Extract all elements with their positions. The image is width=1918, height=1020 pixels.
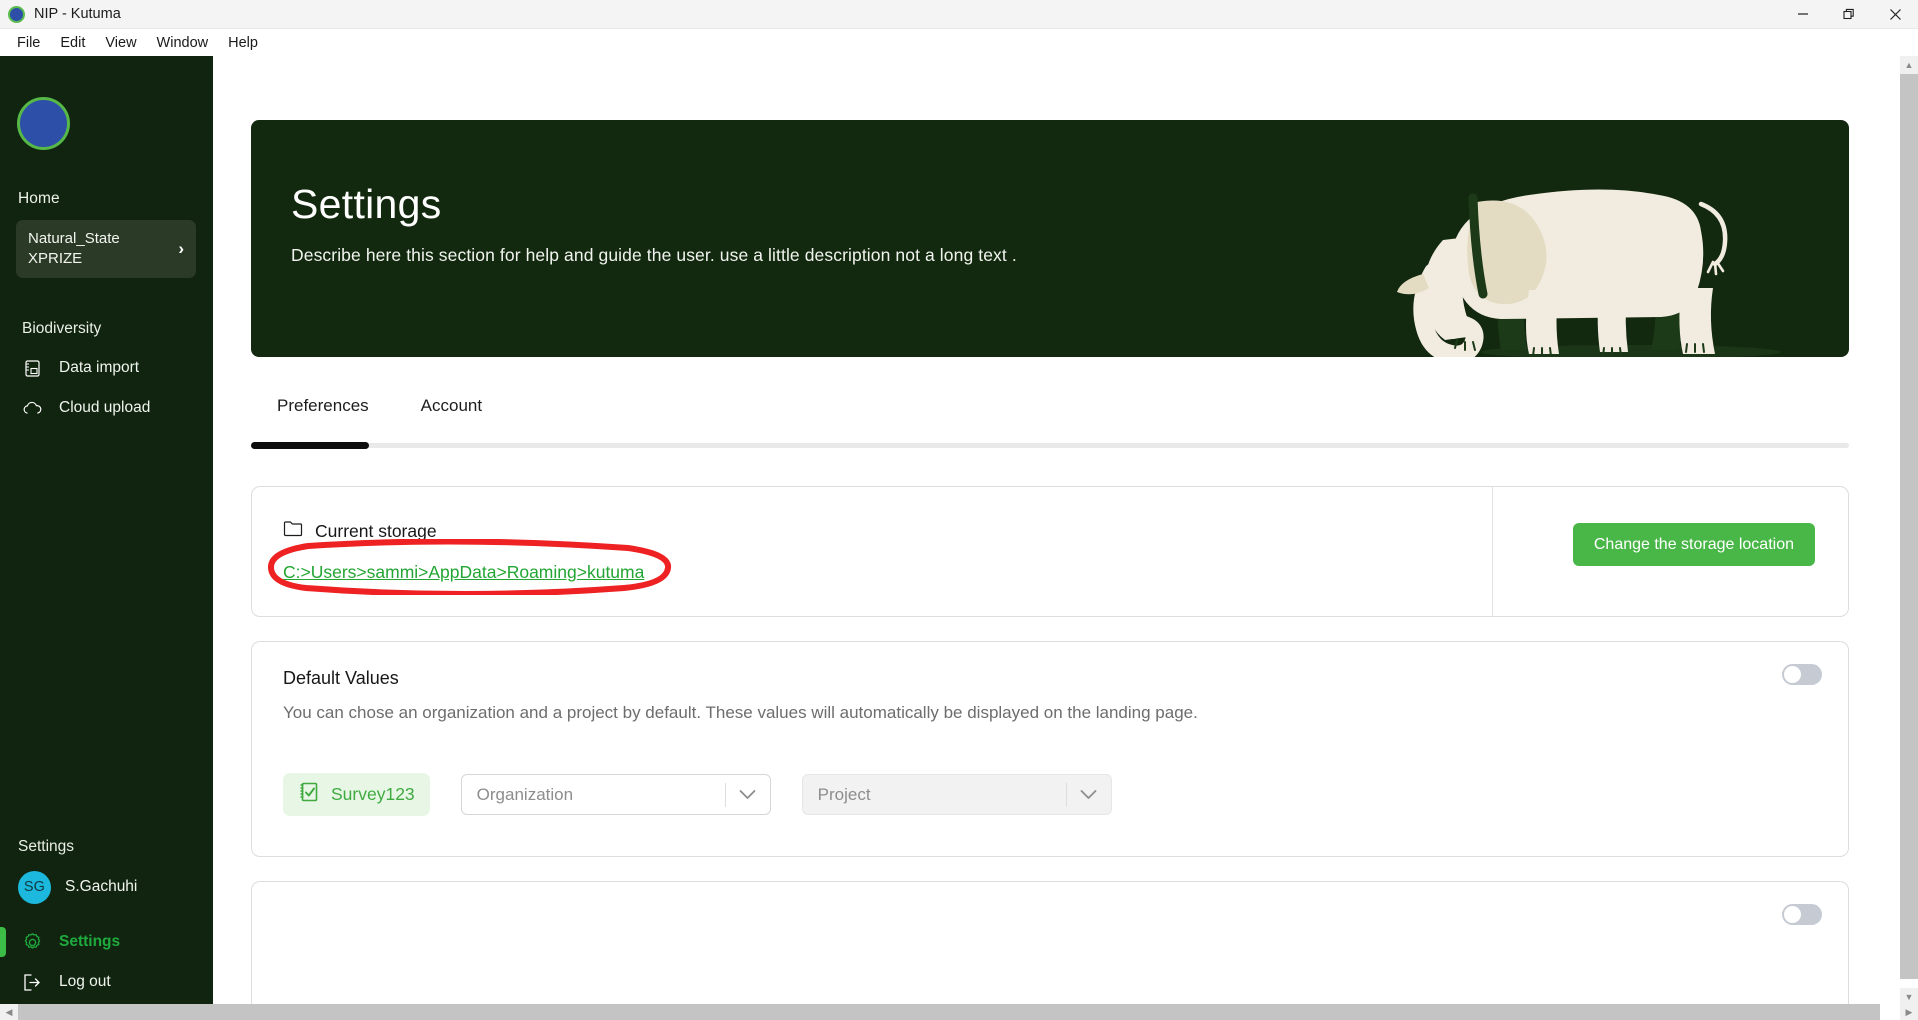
- settings-tabs: Preferences Account: [251, 386, 1849, 438]
- page-title: Settings: [291, 181, 442, 227]
- organization-select[interactable]: Organization: [460, 774, 771, 815]
- third-card-toggle[interactable]: [1782, 904, 1822, 925]
- storage-path-link[interactable]: C:>Users>sammi>AppData>Roaming>kutuma: [283, 562, 644, 583]
- active-indicator-bar: [0, 927, 6, 957]
- window-controls: [1780, 0, 1918, 29]
- org-name-line1: Natural_State: [28, 230, 120, 247]
- cloud-upload-icon: [22, 398, 43, 419]
- chevron-down-icon: [1067, 789, 1111, 800]
- sidebar-item-data-import[interactable]: Data import: [0, 348, 213, 388]
- default-values-description: You can chose an organization and a proj…: [283, 703, 1198, 722]
- vertical-scrollbar[interactable]: ▲ ▼: [1900, 56, 1918, 1006]
- menu-item-help[interactable]: Help: [218, 32, 268, 54]
- data-import-icon: [22, 358, 43, 379]
- title-bar: NIP - Kutuma: [0, 0, 1918, 29]
- close-button[interactable]: [1872, 0, 1918, 29]
- storage-heading-text: Current storage: [315, 520, 437, 541]
- main-content: Settings Describe here this section for …: [213, 56, 1902, 1020]
- horizontal-scroll-thumb[interactable]: [0, 1004, 1880, 1020]
- menu-bar: File Edit View Window Help: [0, 29, 1918, 56]
- org-name-line2: XPRIZE: [28, 250, 83, 267]
- tab-account[interactable]: Account: [395, 386, 508, 426]
- sidebar-section-settings: Settings: [18, 838, 75, 855]
- gear-icon: [22, 932, 43, 953]
- settings-hero-banner: Settings Describe here this section for …: [251, 120, 1849, 357]
- organization-select-value: Organization: [476, 784, 574, 804]
- user-name: S.Gachuhi: [65, 878, 138, 895]
- default-values-card: Default Values You can chose an organiza…: [251, 641, 1849, 857]
- sidebar-item-label-cloud-upload: Cloud upload: [59, 399, 151, 416]
- vertical-scroll-track[interactable]: [1900, 74, 1918, 988]
- scroll-up-button[interactable]: ▲: [1900, 56, 1918, 74]
- default-values-toggle[interactable]: [1782, 664, 1822, 685]
- current-storage-card: Current storage C:>Users>sammi>AppData>R…: [251, 486, 1849, 617]
- maximize-restore-button[interactable]: [1826, 0, 1872, 29]
- storage-left-pane: Current storage C:>Users>sammi>AppData>R…: [252, 487, 1492, 616]
- chevron-down-icon: [726, 789, 770, 800]
- storage-heading: Current storage: [283, 520, 437, 542]
- sidebar-section-biodiversity: Biodiversity: [22, 320, 102, 337]
- survey123-chip[interactable]: Survey123: [283, 773, 430, 816]
- toggle-knob: [1784, 666, 1801, 683]
- minimize-button[interactable]: [1780, 0, 1826, 29]
- sidebar-org-selector[interactable]: Natural_State XPRIZE ›: [16, 220, 196, 278]
- folder-icon: [283, 520, 303, 542]
- change-storage-location-button[interactable]: Change the storage location: [1572, 523, 1815, 566]
- app-logo-icon: [8, 5, 25, 23]
- project-select-value: Project: [817, 784, 871, 804]
- sidebar-home-label: Home: [18, 190, 60, 207]
- menu-item-file[interactable]: File: [7, 32, 50, 54]
- project-select[interactable]: Project: [801, 774, 1112, 815]
- menu-item-view[interactable]: View: [95, 32, 146, 54]
- sidebar-bottom-section: Settings SG S.Gachuhi Settings Log out: [0, 838, 213, 1020]
- elephant-illustration: [1397, 189, 1781, 357]
- sidebar-item-settings[interactable]: Settings: [0, 922, 213, 962]
- logout-icon: [22, 972, 43, 993]
- storage-card-divider: [1492, 487, 1493, 616]
- sidebar-item-label-logout: Log out: [59, 973, 111, 990]
- avatar: SG: [18, 870, 51, 904]
- close-icon: [1889, 8, 1901, 20]
- sidebar-item-logout[interactable]: Log out: [0, 962, 213, 1002]
- scroll-right-button[interactable]: ▶: [1900, 1004, 1918, 1020]
- page-subtitle: Describe here this section for help and …: [291, 245, 1017, 265]
- sidebar-user-row[interactable]: SG S.Gachuhi: [0, 862, 213, 912]
- vertical-scroll-thumb[interactable]: [1900, 74, 1918, 979]
- sidebar-item-label-data-import: Data import: [59, 359, 140, 376]
- app-logo-icon-large: [17, 97, 70, 150]
- minimize-icon: [1798, 13, 1808, 15]
- window-title: NIP - Kutuma: [34, 6, 121, 22]
- default-values-title: Default Values: [283, 668, 399, 688]
- scroll-left-button[interactable]: ◀: [0, 1004, 18, 1020]
- toggle-knob: [1784, 906, 1801, 923]
- horizontal-scrollbar[interactable]: ◀ ▶: [0, 1004, 1918, 1020]
- tab-underline-track: [251, 442, 1849, 449]
- tab-preferences[interactable]: Preferences: [251, 386, 395, 426]
- default-values-controls-row: Survey123 Organization Project: [283, 773, 1112, 816]
- menu-item-window[interactable]: Window: [147, 32, 219, 54]
- restore-icon: [1842, 8, 1854, 19]
- menu-item-edit[interactable]: Edit: [50, 32, 95, 54]
- sidebar: Home Natural_State XPRIZE › Biodiversity…: [0, 56, 213, 1020]
- third-settings-card: [251, 881, 1849, 1020]
- sidebar-item-label-settings: Settings: [59, 933, 121, 950]
- survey123-chip-label: Survey123: [331, 784, 415, 804]
- sidebar-item-cloud-upload[interactable]: Cloud upload: [0, 388, 213, 428]
- survey123-icon: [298, 781, 320, 808]
- tab-active-underline: [251, 442, 369, 449]
- chevron-right-icon: ›: [178, 239, 184, 258]
